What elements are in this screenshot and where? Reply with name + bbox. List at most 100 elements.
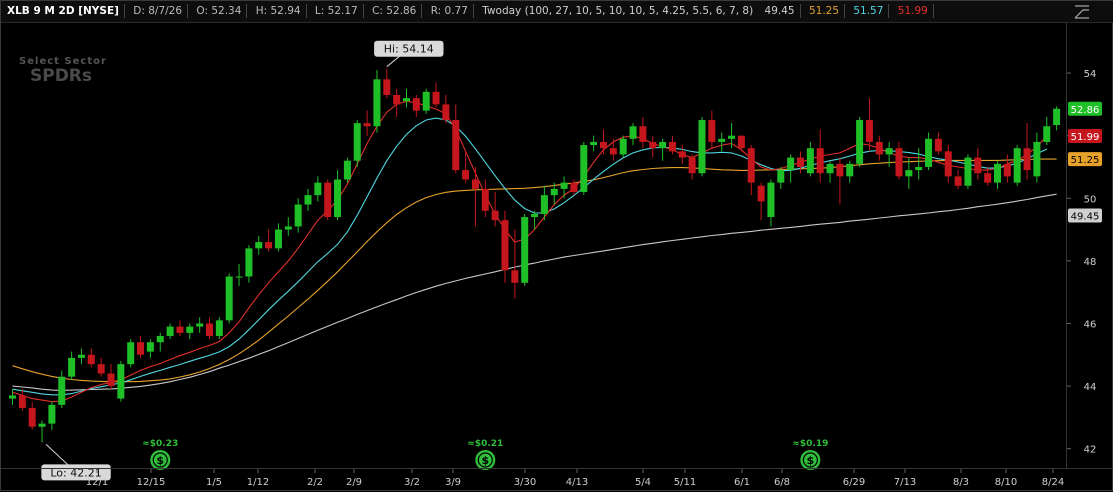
candle bbox=[393, 88, 401, 117]
study-value-fast: 51.99 bbox=[897, 5, 928, 17]
price-tick-label: 46 bbox=[1084, 319, 1097, 330]
candle-body bbox=[481, 188, 489, 211]
date-tick-label: 8/3 bbox=[953, 477, 969, 488]
price-tick: 42 bbox=[1067, 445, 1096, 456]
candle bbox=[363, 110, 371, 136]
candle-body bbox=[708, 120, 716, 142]
candle-body bbox=[176, 326, 184, 333]
candle-body bbox=[974, 157, 982, 174]
candle bbox=[314, 176, 322, 202]
candle bbox=[619, 135, 627, 158]
dividend-dollar-icon: $ bbox=[156, 454, 164, 467]
dividend-dollar-icon: $ bbox=[481, 454, 489, 467]
candle bbox=[895, 141, 903, 180]
date-tick-label: 8/24 bbox=[1042, 477, 1064, 488]
candle-body bbox=[600, 141, 607, 149]
study-value-mid: 51.57 bbox=[853, 5, 884, 17]
header-divider bbox=[888, 4, 890, 18]
candle-body bbox=[383, 79, 391, 95]
candle-body bbox=[747, 148, 755, 183]
candle-body bbox=[875, 141, 883, 155]
candle bbox=[629, 123, 637, 146]
date-tick-label: 2/2 bbox=[307, 477, 323, 488]
date-tick: 8/10 bbox=[995, 469, 1017, 488]
price-tick: 46 bbox=[1067, 319, 1096, 330]
candle bbox=[156, 332, 164, 352]
candle-body bbox=[540, 195, 548, 214]
date-tick: 1/5 bbox=[206, 469, 222, 488]
candle-body bbox=[737, 135, 745, 149]
candle bbox=[1053, 106, 1061, 131]
candle bbox=[501, 210, 509, 283]
candle bbox=[1033, 132, 1041, 183]
candle-body bbox=[954, 176, 962, 186]
candle bbox=[964, 154, 972, 189]
price-chart[interactable]: Select Sector SPDRs Hi: 54.14Lo: 42.21≈$… bbox=[1, 23, 1113, 492]
candle bbox=[925, 132, 933, 171]
header-divider bbox=[844, 4, 846, 18]
candle bbox=[137, 335, 145, 358]
candle-body bbox=[865, 120, 873, 142]
candle bbox=[481, 179, 489, 218]
date-tick: 6/8 bbox=[774, 469, 790, 488]
price-axis[interactable]: 4244464850525452.8651.9951.2549.45 bbox=[1066, 23, 1112, 469]
date-tick: 6/29 bbox=[843, 469, 865, 488]
ma-fast-line bbox=[12, 100, 1048, 403]
candle bbox=[737, 135, 745, 152]
study-value-long: 49.45 bbox=[764, 5, 795, 17]
candle-body bbox=[895, 148, 903, 177]
study-label[interactable]: Twoday (100, 27, 10, 5, 10, 10, 5, 4.25,… bbox=[478, 1, 757, 22]
candle bbox=[580, 141, 588, 196]
candle bbox=[649, 135, 657, 158]
candle-body bbox=[994, 163, 1001, 183]
dividend-marker: ≈$0.19 $ bbox=[792, 439, 828, 470]
candle bbox=[797, 151, 804, 174]
candle-body bbox=[412, 98, 420, 111]
candle-body bbox=[363, 123, 371, 127]
candle-body bbox=[117, 364, 125, 399]
candle-body bbox=[304, 195, 312, 205]
candle bbox=[274, 223, 282, 252]
candle-body bbox=[196, 323, 204, 327]
candle bbox=[836, 157, 844, 205]
candle-body bbox=[38, 423, 46, 427]
ma-slow-line bbox=[12, 158, 1057, 383]
date-tick-label: 8/10 bbox=[995, 477, 1017, 488]
header-divider bbox=[932, 4, 934, 18]
candle-body bbox=[905, 170, 913, 177]
watermark-line2: SPDRs bbox=[30, 66, 92, 86]
date-tick: 5/11 bbox=[674, 469, 696, 488]
candle bbox=[678, 145, 686, 164]
date-tick: 12/1 bbox=[86, 469, 108, 488]
symbol-label[interactable]: XLB 9 M 2D [NYSE] bbox=[1, 1, 123, 22]
low-readout: L: 52.17 bbox=[314, 5, 358, 17]
range-readout: R: 0.77 bbox=[430, 5, 468, 17]
date-axis[interactable]: 12/1 12/15 1/5 1/12 2/2 2/9 3/2 3/9 3/30 4/13 5/4 5… bbox=[1, 468, 1113, 490]
date-tick-label: 6/8 bbox=[774, 477, 790, 488]
candle-body bbox=[806, 148, 814, 174]
date-tick: 6/1 bbox=[734, 469, 750, 488]
candle-body bbox=[777, 170, 785, 183]
candle-body bbox=[137, 342, 145, 355]
candle-body bbox=[255, 242, 263, 249]
candle-body bbox=[531, 213, 539, 218]
candle-body bbox=[471, 179, 479, 189]
price-marker: 52.86 bbox=[1068, 101, 1102, 116]
price-tick-label: 42 bbox=[1084, 445, 1097, 456]
candle bbox=[442, 94, 450, 124]
candle-body bbox=[659, 141, 667, 149]
candle-body bbox=[1053, 108, 1061, 126]
candle-body bbox=[343, 160, 351, 180]
candle bbox=[659, 138, 667, 161]
candle bbox=[18, 389, 26, 412]
date-tick: 4/13 bbox=[566, 469, 588, 488]
candle bbox=[235, 263, 243, 286]
date-tick-label: 3/9 bbox=[445, 477, 461, 488]
candle bbox=[117, 361, 125, 402]
candle-body bbox=[728, 135, 736, 139]
hi-label-text: Hi: 54.14 bbox=[384, 43, 434, 56]
candle-body bbox=[274, 229, 282, 249]
candle-body bbox=[688, 157, 696, 174]
candle bbox=[471, 166, 479, 227]
drawing-tools-icon[interactable] bbox=[1074, 5, 1090, 19]
